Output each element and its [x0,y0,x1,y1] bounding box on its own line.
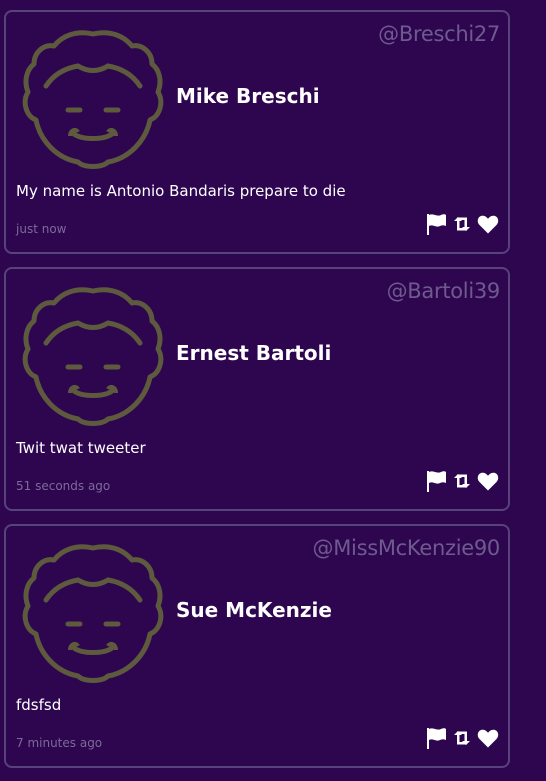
heart-icon[interactable] [476,726,500,750]
tweet-card: @MissMcKenzie90 Sue McKenzie fdsfsd 7 mi… [4,524,510,768]
tweet-timestamp: 51 seconds ago [16,479,111,493]
tweet-actions [424,212,500,236]
tweet-feed: @Breschi27 Mike Breschi My name is Anton… [0,0,546,781]
tweet-text: fdsfsd [16,696,62,714]
user-display-name[interactable]: Sue McKenzie [176,598,332,622]
user-handle[interactable]: @Bartoli39 [387,279,501,303]
retweet-icon[interactable] [450,212,474,236]
tweet-timestamp: 7 minutes ago [16,736,103,750]
tweet-timestamp: just now [16,222,67,236]
heart-icon[interactable] [476,469,500,493]
avatar [18,536,168,686]
smiley-face-avatar-icon [18,536,168,686]
avatar [18,279,168,429]
retweet-icon[interactable] [450,469,474,493]
retweet-icon[interactable] [450,726,474,750]
tweet-card: @Breschi27 Mike Breschi My name is Anton… [4,10,510,254]
flag-icon[interactable] [424,469,448,493]
user-display-name[interactable]: Mike Breschi [176,84,320,108]
user-handle[interactable]: @MissMcKenzie90 [313,536,501,560]
user-handle[interactable]: @Breschi27 [378,22,500,46]
tweet-actions [424,726,500,750]
flag-icon[interactable] [424,212,448,236]
flag-icon[interactable] [424,726,448,750]
avatar [18,22,168,172]
smiley-face-avatar-icon [18,22,168,172]
user-display-name[interactable]: Ernest Bartoli [176,341,331,365]
tweet-text: My name is Antonio Bandaris prepare to d… [16,182,346,200]
tweet-card: @Bartoli39 Ernest Bartoli Twit twat twee… [4,267,510,511]
tweet-text: Twit twat tweeter [16,439,146,457]
smiley-face-avatar-icon [18,279,168,429]
heart-icon[interactable] [476,212,500,236]
tweet-actions [424,469,500,493]
